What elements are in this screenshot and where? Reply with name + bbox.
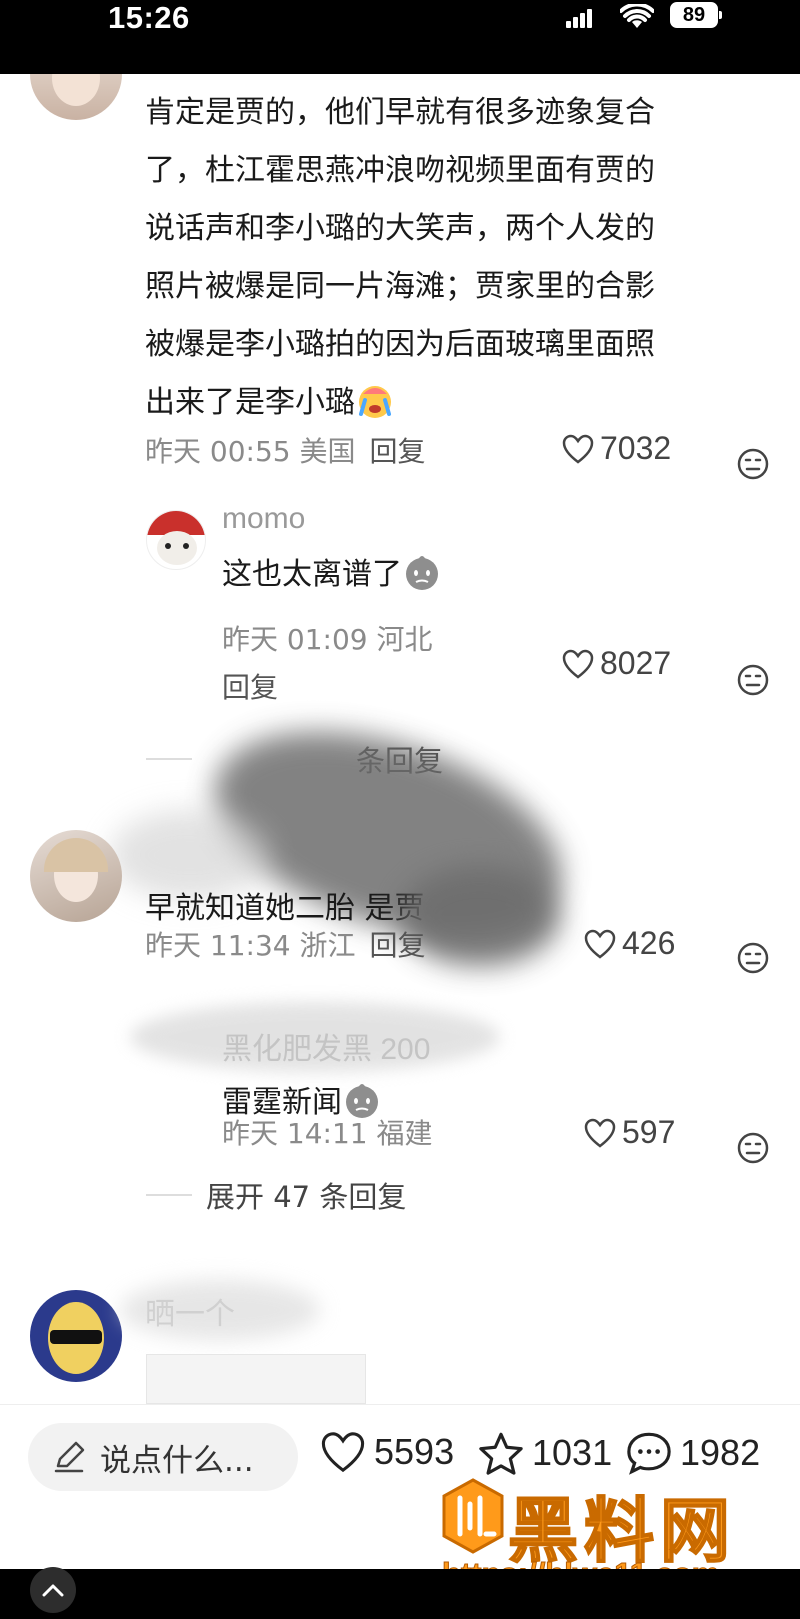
like-button[interactable]: 597 [584, 1114, 675, 1151]
like-count: 5593 [374, 1431, 455, 1472]
heart-icon [321, 1432, 365, 1473]
reply-time: 昨天 01:09 河北 [222, 623, 433, 656]
like-button[interactable]: 5593 [320, 1431, 454, 1473]
heart-icon [584, 1118, 616, 1148]
dislike-icon[interactable] [737, 1132, 769, 1164]
status-bar: 15:26 89 [0, 0, 800, 74]
comment-meta: 昨天 00:55 美国 回复 [145, 430, 426, 470]
heart-icon [584, 929, 616, 959]
comment-text: 晒一个 [145, 1297, 235, 1332]
watermark-logo [442, 1478, 504, 1554]
comment-line: 肯定是贾的，他们早就有很多迹象复合 [145, 95, 655, 130]
avatar[interactable] [30, 1290, 122, 1382]
like-count: 7032 [600, 430, 672, 466]
battery-level: 89 [682, 4, 706, 26]
comment-line: 了，杜江霍思燕冲浪吻视频里面有贾的 [145, 153, 655, 188]
home-indicator-bar [0, 1569, 800, 1619]
dislike-icon[interactable] [737, 664, 769, 696]
comment-bubble-icon [627, 1432, 671, 1475]
favorite-count: 1031 [532, 1432, 613, 1473]
comment-meta: 昨天 11:34 浙江 回复 [145, 924, 426, 964]
like-button[interactable]: 7032 [562, 430, 671, 467]
heart-icon [562, 434, 594, 464]
favorite-button[interactable]: 1031 [478, 1431, 612, 1475]
avatar[interactable] [30, 74, 122, 120]
reply-time: 昨天 14:11 福建 [222, 1117, 433, 1150]
sweat-emoji [406, 556, 438, 590]
scroll-top-button[interactable] [30, 1567, 76, 1613]
avatar[interactable] [146, 510, 206, 570]
image-thumbnail[interactable] [146, 1354, 366, 1404]
reply-text-content: 这也太离谱了 [222, 557, 402, 592]
expand-label: 展开 47 条回复 [206, 1180, 407, 1214]
comment-time: 昨天 00:55 美国 [145, 435, 356, 468]
reply-text: 这也太离谱了 [222, 546, 442, 604]
comment-time: 昨天 11:34 浙江 [145, 929, 356, 962]
battery-icon: 89 [670, 2, 722, 28]
chevron-up-icon [42, 1584, 64, 1597]
status-time: 15:26 [108, 0, 190, 35]
like-button[interactable]: 426 [584, 925, 675, 962]
comment-text: 肯定是贾的，他们早就有很多迹象复合 了，杜江霍思燕冲浪吻视频里面有贾的 说话声和… [145, 84, 765, 432]
like-count: 597 [622, 1114, 676, 1150]
expand-replies-button[interactable]: 展开 47 条回复 [146, 1174, 406, 1216]
signal-icon [566, 8, 594, 28]
like-count: 8027 [600, 645, 672, 681]
comment-line: 照片被爆是同一片海滩；贾家里的合影 [145, 269, 655, 304]
comment-line: 说话声和李小璐的大笑声，两个人发的 [145, 211, 655, 246]
comment-line: 被爆是李小璐拍的因为后面玻璃里面照 [145, 327, 655, 362]
reply-button[interactable]: 回复 [370, 435, 426, 468]
star-icon [479, 1432, 523, 1475]
avatar[interactable] [30, 830, 122, 922]
pencil-icon [54, 1441, 85, 1473]
crying-face-emoji [359, 386, 391, 418]
comment-feed[interactable]: 肯定是贾的，他们早就有很多迹象复合 了，杜江霍思燕冲浪吻视频里面有贾的 说话声和… [0, 74, 800, 1404]
dislike-icon[interactable] [737, 448, 769, 480]
reply-username[interactable]: 黑化肥发黑 200 [222, 1024, 430, 1068]
comment-count: 1982 [680, 1432, 761, 1473]
comment-line: 出来了是李小璐 [145, 385, 355, 420]
comment-button[interactable]: 1982 [626, 1431, 760, 1475]
dislike-icon[interactable] [737, 942, 769, 974]
comment-input[interactable]: 说点什么... [28, 1423, 298, 1491]
heart-icon [562, 649, 594, 679]
reply-button[interactable]: 回复 [370, 929, 426, 962]
comment-input-placeholder: 说点什么... [100, 1442, 254, 1479]
reply-username[interactable]: momo [222, 502, 305, 536]
like-count: 426 [622, 925, 676, 961]
reply-button[interactable]: 回复 [222, 666, 278, 706]
like-button[interactable]: 8027 [562, 645, 671, 682]
wifi-icon [620, 4, 654, 28]
